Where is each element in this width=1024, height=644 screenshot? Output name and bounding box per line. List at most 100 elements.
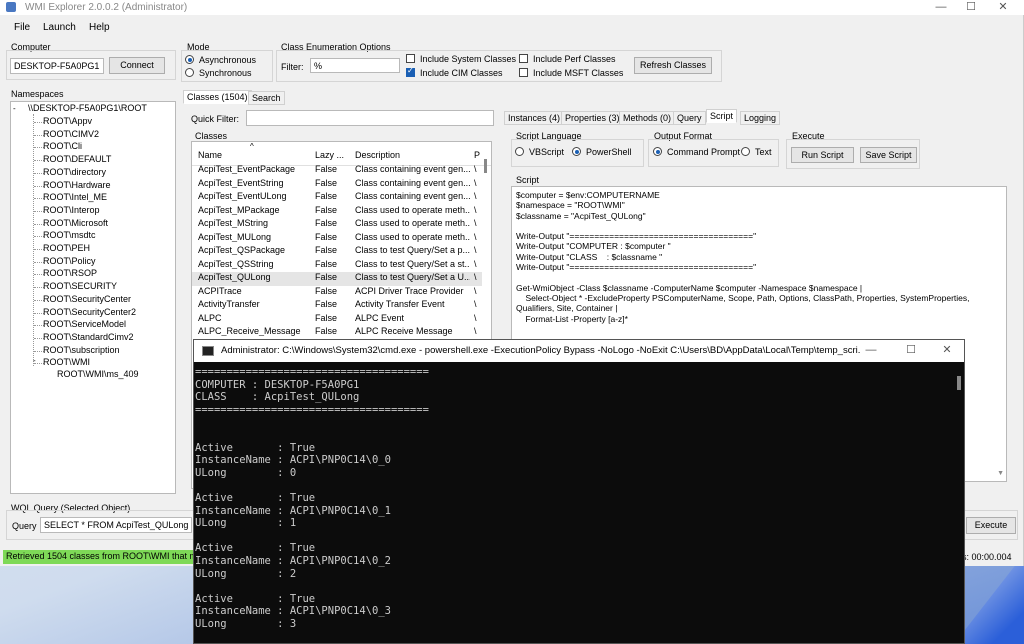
execute-query-button[interactable]: Execute	[966, 517, 1016, 534]
tree-item[interactable]: ROOT\Appv	[43, 116, 92, 126]
text-radio[interactable]	[741, 147, 750, 156]
col-name[interactable]: Name	[198, 150, 222, 160]
table-cell: False	[315, 245, 338, 255]
col-lazy[interactable]: Lazy ...	[315, 150, 344, 160]
table-cell: False	[315, 204, 338, 215]
tree-item[interactable]: ROOT\RSOP	[43, 268, 97, 278]
table-cell: Class used to operate meth...	[355, 204, 470, 215]
namespace-tree[interactable]: - \\DESKTOP-F5A0PG1\ROOT ROOT\Appv ROOT\C…	[10, 101, 176, 494]
table-cell: Activity Transfer Event	[355, 299, 445, 309]
save-script-button[interactable]: Save Script	[860, 147, 917, 163]
filter-input[interactable]: %	[310, 58, 400, 73]
menu-help[interactable]: Help	[89, 22, 110, 33]
cmd-minimize-button[interactable]: —	[856, 344, 886, 357]
table-row[interactable]: AcpiTest_EventULong False Class containing…	[192, 191, 482, 205]
menu-file[interactable]: File	[14, 22, 30, 33]
table-cell: \	[474, 204, 477, 215]
tree-item[interactable]: ROOT\SECURITY	[43, 281, 117, 291]
minimize-button[interactable]: —	[926, 1, 956, 14]
tree-item[interactable]: ROOT\subscription	[43, 345, 120, 355]
table-row[interactable]: AcpiTest_EventString False Class containin…	[192, 178, 482, 192]
cmd-maximize-button[interactable]: ☐	[896, 344, 926, 357]
include-system-classes-checkbox[interactable]	[406, 54, 415, 63]
include-cim-classes-checkbox[interactable]	[406, 66, 415, 77]
wql-query-input[interactable]: SELECT * FROM AcpiTest_QULong	[40, 517, 192, 533]
table-row[interactable]: AcpiTest_QSString False Class to test Quer…	[192, 259, 482, 273]
tree-root[interactable]: \\DESKTOP-F5A0PG1\ROOT	[28, 103, 147, 113]
table-cell: AcpiTest_MPackage	[198, 204, 280, 215]
tree-item[interactable]: ROOT\StandardCimv2	[43, 332, 134, 342]
table-row[interactable]: AcpiTest_MULong False Class used to operat…	[192, 232, 482, 246]
table-cell: \	[474, 272, 477, 282]
col-p[interactable]: P	[474, 150, 480, 160]
tree-item[interactable]: ROOT\SecurityCenter2	[43, 307, 136, 317]
cmd-close-button[interactable]: ✕	[932, 344, 962, 357]
table-cell: False	[315, 285, 338, 296]
refresh-classes-button[interactable]: Refresh Classes	[634, 57, 712, 74]
table-row[interactable]: AcpiTest_MString False Class used to opera…	[192, 218, 482, 232]
table-row[interactable]: ActivityTransfer False Activity Transfer E…	[192, 299, 482, 313]
tree-item[interactable]: ROOT\Policy	[43, 256, 96, 266]
include-perf-classes-checkbox[interactable]	[519, 54, 528, 63]
tree-item[interactable]: ROOT\SecurityCenter	[43, 294, 131, 304]
tree-item[interactable]: ROOT\directory	[43, 167, 106, 177]
tab-query[interactable]: Query	[673, 111, 706, 125]
script-line	[516, 221, 1002, 231]
tab-search[interactable]: Search	[248, 91, 285, 105]
table-cell: False	[315, 272, 338, 282]
powershell-radio[interactable]	[572, 147, 581, 156]
tree-item[interactable]: ROOT\Hardware	[43, 180, 111, 190]
table-row[interactable]: AcpiTest_QSPackage False Class to test Que…	[192, 245, 482, 259]
scroll-down-icon[interactable]: ▼	[997, 469, 1004, 479]
tab-classes[interactable]: Classes (1504)	[183, 90, 252, 104]
table-cell: AcpiTest_QSString	[198, 258, 274, 269]
table-row[interactable]: AcpiTest_EventPackage False Class containi…	[192, 164, 482, 178]
tab-properties[interactable]: Properties (3)	[561, 111, 624, 125]
quick-filter-input[interactable]	[246, 110, 494, 126]
run-script-button[interactable]: Run Script	[791, 147, 854, 163]
tree-wmi-toggle[interactable]: -	[33, 356, 36, 365]
maximize-button[interactable]: ☐	[956, 1, 986, 14]
synchronous-radio[interactable]	[185, 68, 194, 77]
include-msft-classes-checkbox[interactable]	[519, 68, 528, 77]
tree-item-wmi-child[interactable]: ROOT\WMI\ms_409	[57, 369, 139, 379]
asynchronous-radio[interactable]	[185, 55, 194, 64]
table-row[interactable]: ALPC False ALPC Event \	[192, 313, 482, 327]
cmd-output[interactable]: ===================================== COM…	[195, 366, 955, 630]
table-row[interactable]: AcpiTest_QULong False Class to test Query/…	[192, 272, 482, 286]
tree-item[interactable]: ROOT\CIMV2	[43, 129, 99, 139]
tree-item[interactable]: ROOT\DEFAULT	[43, 154, 111, 164]
script-line: Write-Output "CLASS : $classname "	[516, 251, 663, 262]
tab-instances[interactable]: Instances (4)	[504, 111, 565, 125]
tree-item[interactable]: ROOT\WMI	[43, 357, 90, 367]
tab-methods[interactable]: Methods (0)	[619, 111, 676, 125]
table-cell: \	[474, 285, 477, 296]
tree-item[interactable]: ROOT\Microsoft	[43, 218, 108, 228]
connect-button[interactable]: Connect	[109, 57, 165, 74]
app-icon	[6, 2, 16, 12]
table-row[interactable]: ACPITrace False ACPI Driver Trace Provider…	[192, 286, 482, 300]
tree-collapse-toggle[interactable]: -	[13, 104, 16, 113]
tree-item[interactable]: ROOT\Intel_ME	[43, 192, 107, 202]
filter-label: Filter:	[281, 62, 304, 72]
menu-launch[interactable]: Launch	[43, 22, 76, 33]
table-row[interactable]: ALPC_Receive_Message False ALPC Receive Me…	[192, 326, 482, 340]
script-line: Write-Output "==========================…	[516, 231, 757, 242]
grid-scrollbar[interactable]	[484, 159, 487, 173]
tab-logging[interactable]: Logging	[740, 111, 781, 125]
tree-item[interactable]: ROOT\msdtc	[43, 230, 96, 240]
computer-input[interactable]: DESKTOP-F5A0PG1	[10, 58, 104, 74]
tree-item[interactable]: ROOT\Cli	[43, 141, 82, 151]
command-prompt-radio[interactable]	[653, 147, 662, 156]
close-button[interactable]: ✕	[988, 1, 1018, 14]
cmd-scrollbar[interactable]	[957, 376, 961, 390]
table-row[interactable]: AcpiTest_MPackage False Class used to oper…	[192, 205, 482, 219]
col-description[interactable]: Description	[355, 150, 400, 160]
tree-item[interactable]: ROOT\ServiceModel	[43, 319, 126, 329]
table-cell: ALPC Event	[355, 312, 405, 323]
tree-item[interactable]: ROOT\Interop	[43, 205, 100, 215]
tab-script[interactable]: Script	[706, 109, 738, 123]
vbscript-radio[interactable]	[515, 147, 524, 156]
tree-item[interactable]: ROOT\PEH	[43, 243, 90, 253]
table-cell: ALPC Receive Message	[355, 326, 453, 336]
